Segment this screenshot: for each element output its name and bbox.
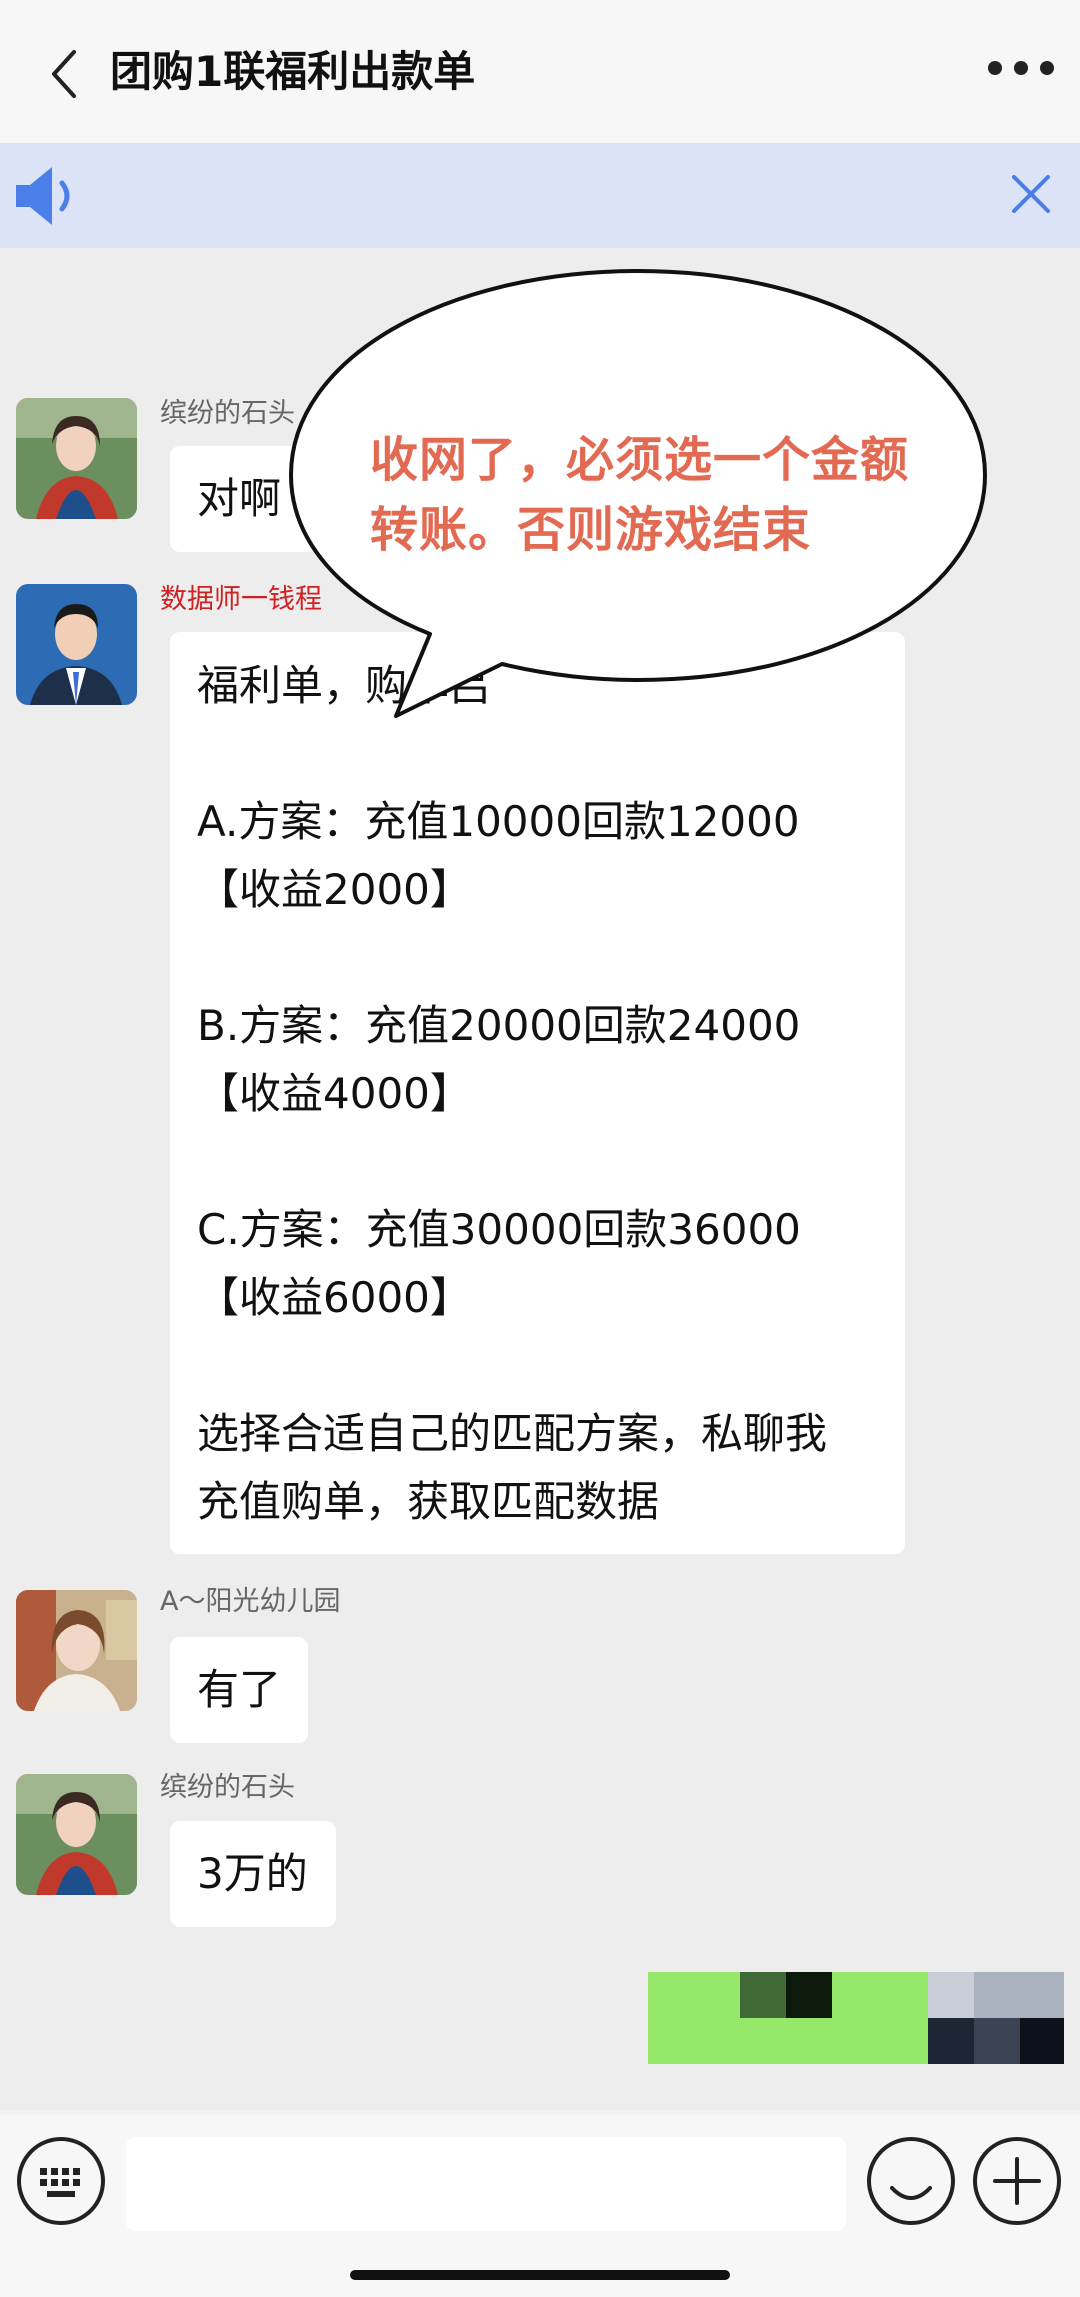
- sender-name: A～阳光幼儿园: [160, 1586, 341, 1617]
- message-input[interactable]: [126, 2137, 846, 2231]
- message-bubble[interactable]: 3万的: [170, 1821, 336, 1927]
- callout-text: 收网了，必须选一个金额转账。否则游戏结束: [370, 432, 910, 558]
- sender-name: 缤纷的石头: [160, 398, 295, 429]
- message-bubble[interactable]: 有了: [170, 1637, 308, 1743]
- speaker-icon: [16, 167, 70, 225]
- more-icon[interactable]: [986, 56, 1056, 80]
- home-indicator: [350, 2270, 730, 2280]
- voice-banner[interactable]: [0, 143, 1080, 248]
- avatar[interactable]: [16, 584, 137, 705]
- plus-icon[interactable]: [970, 2134, 1064, 2228]
- message-bubble[interactable]: 福利单，购单吕 A.方案：充值10000回款12000 【收益2000】 B.方…: [170, 632, 905, 1554]
- chat-header: 团购1联福利出款单: [0, 0, 1080, 143]
- back-icon[interactable]: [44, 46, 84, 102]
- avatar[interactable]: [16, 1774, 137, 1895]
- keyboard-icon[interactable]: [14, 2134, 108, 2228]
- chat-title: 团购1联福利出款单: [110, 47, 476, 96]
- sender-name: 缤纷的石头: [160, 1772, 295, 1803]
- avatar[interactable]: [16, 398, 137, 519]
- outgoing-image[interactable]: [648, 1972, 1064, 2064]
- emoji-icon[interactable]: [864, 2134, 958, 2228]
- close-icon[interactable]: [1010, 173, 1052, 215]
- avatar[interactable]: [16, 1590, 137, 1711]
